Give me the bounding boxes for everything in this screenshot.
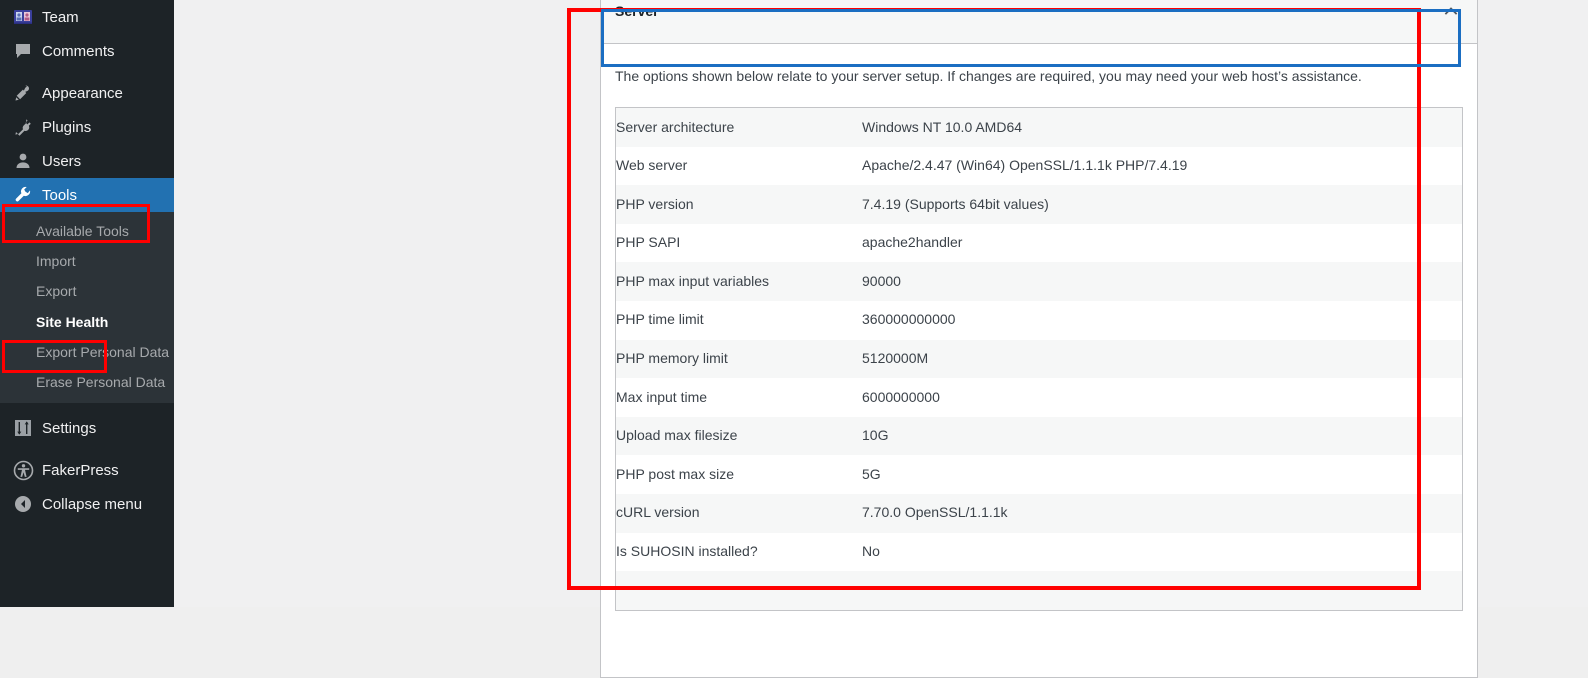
submenu-item-available-tools[interactable]: Available Tools — [0, 216, 174, 246]
submenu-item-label: Available Tools — [36, 223, 129, 239]
sidebar-item-label: Team — [42, 8, 79, 26]
submenu-item-label: Site Health — [36, 313, 109, 330]
server-info-table: Server architecture Windows NT 10.0 AMD6… — [615, 107, 1463, 611]
submenu-item-export[interactable]: Export — [0, 276, 174, 306]
row-value: 5G — [862, 465, 881, 482]
submenu-item-import[interactable]: Import — [0, 246, 174, 276]
submenu-item-label: Export Personal Data — [36, 343, 170, 360]
table-row: Upload max filesize 10G — [615, 416, 1463, 456]
table-row: Server architecture Windows NT 10.0 AMD6… — [615, 107, 1463, 147]
sidebar-item-label: Plugins — [42, 118, 92, 136]
sidebar-item-settings[interactable]: Settings — [0, 411, 174, 445]
server-panel-body: The options shown below relate to your s… — [601, 44, 1477, 611]
collapse-arrow-icon — [12, 493, 34, 515]
table-row: Max input time 6000000000 — [615, 378, 1463, 417]
appearance-brush-icon — [12, 82, 34, 104]
table-row: cURL version 7.70.0 OpenSSL/1.1.1k — [615, 493, 1463, 533]
row-key: Server architecture — [616, 118, 735, 135]
plugins-plug-icon — [12, 116, 34, 138]
sidebar-item-label: Comments — [42, 42, 115, 60]
menu-separator-3 — [0, 445, 174, 453]
sidebar-item-label: Tools — [42, 186, 78, 204]
row-value: 7.70.0 OpenSSL/1.1.1k — [862, 504, 1008, 521]
sidebar-item-collapse-menu[interactable]: Collapse menu — [0, 487, 174, 521]
row-value: apache2handler — [862, 234, 963, 251]
content-area: Server The options shown below relate to… — [174, 0, 1588, 678]
sidebar-item-fakerpress[interactable]: FakerPress — [0, 453, 174, 487]
server-info-table-body: Server architecture Windows NT 10.0 AMD6… — [615, 107, 1463, 611]
comments-icon — [12, 40, 34, 62]
settings-sliders-icon — [12, 417, 34, 439]
sidebar-item-label: Collapse menu — [42, 495, 143, 513]
menu-separator-2 — [0, 403, 174, 411]
sidebar-item-comments[interactable]: Comments — [0, 34, 174, 68]
table-row: Web server Apache/2.4.47 (Win64) OpenSSL… — [615, 146, 1463, 186]
tools-submenu: Available Tools Import Export Site Healt… — [0, 212, 174, 404]
table-row: PHP post max size 5G — [615, 455, 1463, 494]
row-key: Web server — [616, 157, 688, 174]
row-key: PHP max input variables — [616, 272, 770, 289]
row-value: Apache/2.4.47 (Win64) OpenSSL/1.1.1k PHP… — [862, 157, 1188, 174]
row-key: PHP version — [616, 195, 694, 212]
row-value: 6000000000 — [862, 388, 940, 405]
row-key: Is SUHOSIN installed? — [616, 543, 758, 560]
sidebar-item-tools[interactable]: Tools — [0, 178, 174, 212]
row-key — [616, 571, 863, 610]
row-value: 360000000000 — [862, 311, 956, 328]
fakerpress-icon — [12, 459, 34, 481]
table-row: PHP version 7.4.19 (Supports 64bit value… — [615, 185, 1463, 224]
submenu-item-label: Erase Personal Data — [36, 373, 166, 390]
row-value: 5120000M — [862, 350, 929, 367]
panel-description: The options shown below relate to your s… — [615, 68, 1362, 84]
submenu-item-erase-personal-data[interactable]: Erase Personal Data — [0, 367, 174, 397]
server-panel-header[interactable]: Server — [601, 0, 1477, 44]
row-value: Windows NT 10.0 AMD64 — [862, 118, 1023, 135]
sidebar-item-label: Settings — [42, 419, 97, 437]
chevron-up-icon[interactable] — [1435, 0, 1467, 27]
team-icon — [12, 6, 34, 28]
row-value — [862, 571, 1463, 610]
panel-title: Server — [615, 3, 659, 19]
table-row: PHP max input variables 90000 — [615, 262, 1463, 301]
users-person-icon — [12, 150, 34, 172]
sidebar-item-users[interactable]: Users — [0, 144, 174, 178]
menu-separator-1 — [0, 68, 174, 76]
sidebar-item-label: Users — [42, 152, 82, 170]
admin-sidebar: Team Comments Appearance Plugins Users T… — [0, 0, 174, 607]
table-row: PHP time limit 360000000000 — [615, 300, 1463, 340]
tools-wrench-icon — [12, 184, 34, 206]
table-row: Is SUHOSIN installed? No — [615, 532, 1463, 572]
sidebar-item-appearance[interactable]: Appearance — [0, 76, 174, 110]
sidebar-item-label: FakerPress — [42, 461, 119, 479]
submenu-item-label: Import — [36, 253, 76, 270]
row-value: 90000 — [862, 272, 901, 289]
sidebar-item-label: Appearance — [42, 84, 123, 102]
row-key: PHP SAPI — [616, 234, 681, 251]
table-row-partial — [615, 571, 1463, 611]
row-value: 7.4.19 (Supports 64bit values) — [862, 195, 1049, 212]
submenu-item-label: Export — [36, 283, 77, 300]
submenu-item-site-health[interactable]: Site Health — [0, 307, 174, 337]
submenu-item-export-personal-data[interactable]: Export Personal Data — [0, 337, 174, 367]
sidebar-item-team[interactable]: Team — [0, 0, 174, 34]
row-key: Max input time — [616, 388, 708, 405]
row-value: 10G — [862, 427, 889, 444]
row-key: Upload max filesize — [616, 427, 738, 444]
table-row: PHP memory limit 5120000M — [615, 339, 1463, 379]
row-key: PHP post max size — [616, 465, 735, 482]
sidebar-item-plugins[interactable]: Plugins — [0, 110, 174, 144]
row-key: PHP time limit — [616, 311, 704, 328]
server-panel: Server The options shown below relate to… — [600, 0, 1478, 678]
row-key: cURL version — [616, 504, 700, 521]
row-key: PHP memory limit — [616, 350, 728, 367]
table-row: PHP SAPI apache2handler — [615, 223, 1463, 263]
row-value: No — [862, 543, 880, 560]
